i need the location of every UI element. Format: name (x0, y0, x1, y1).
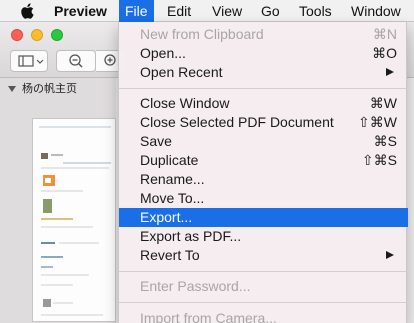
menu-item-label: Save (140, 133, 172, 149)
menu-item-label: Export as PDF... (140, 228, 242, 244)
menu-item-label: Open Recent (140, 64, 223, 80)
menu-item-label: Revert To (140, 247, 200, 263)
menu-item-new-from-clipboard: New from Clipboard ⌘N (119, 25, 408, 44)
submenu-arrow-icon (386, 68, 394, 76)
menu-item-open-recent[interactable]: Open Recent (119, 63, 408, 82)
menu-tools[interactable]: Tools (293, 0, 338, 22)
menu-preview[interactable]: Preview (48, 0, 113, 22)
menu-item-close-window[interactable]: Close Window ⌘W (119, 94, 408, 113)
zoom-window-button[interactable] (51, 29, 63, 41)
menu-item-move-to[interactable]: Move To... (119, 189, 408, 208)
menu-view[interactable]: View (206, 0, 248, 22)
menu-item-shortcut: ⇧⌘S (361, 152, 397, 168)
menu-separator (119, 271, 408, 272)
file-menu: New from Clipboard ⌘N Open... ⌘O Open Re… (118, 22, 408, 323)
sidebar-document-title[interactable]: 杨の帆主页 (22, 80, 77, 96)
apple-logo-icon[interactable] (18, 1, 38, 21)
menu-item-shortcut: ⌘S (373, 133, 397, 149)
menu-item-export-as-pdf[interactable]: Export as PDF... (119, 227, 408, 246)
menu-item-label: Open... (140, 45, 186, 61)
menu-go[interactable]: Go (255, 0, 286, 22)
menu-item-revert-to[interactable]: Revert To (119, 246, 408, 265)
zoom-out-button[interactable] (56, 50, 96, 72)
menu-item-duplicate[interactable]: Duplicate ⇧⌘S (119, 151, 408, 170)
menu-item-label: New from Clipboard (140, 26, 264, 42)
close-window-button[interactable] (11, 29, 23, 41)
sidebar-icon (18, 55, 44, 67)
menu-separator (119, 302, 408, 303)
menu-item-shortcut: ⌘N (372, 26, 397, 42)
menu-item-label: Duplicate (140, 152, 199, 168)
menu-item-enter-password: Enter Password... (119, 277, 408, 296)
menu-item-label: Export... (140, 209, 193, 225)
menu-item-import-from-camera: Import from Camera... (119, 309, 408, 323)
menu-item-shortcut: ⌘O (372, 45, 397, 61)
menu-bar: Preview File Edit View Go Tools Window (0, 0, 414, 22)
menu-item-close-selected-pdf[interactable]: Close Selected PDF Document ⇧⌘W (119, 113, 408, 132)
menu-item-label: Close Selected PDF Document (140, 114, 334, 130)
menu-item-export[interactable]: Export... (119, 208, 408, 227)
page-thumbnail[interactable] (32, 118, 116, 322)
menu-item-label: Rename... (140, 171, 205, 187)
minimize-window-button[interactable] (31, 29, 43, 41)
sidebar-toggle-button[interactable] (10, 50, 48, 72)
disclosure-triangle-icon[interactable] (8, 86, 16, 92)
menu-item-label: Enter Password... (140, 278, 251, 294)
menu-separator (119, 88, 408, 89)
menu-item-rename[interactable]: Rename... (119, 170, 408, 189)
menu-item-label: Import from Camera... (140, 310, 277, 323)
menu-item-label: Close Window (140, 95, 230, 111)
menu-edit[interactable]: Edit (161, 0, 197, 22)
menu-item-shortcut: ⇧⌘W (358, 114, 397, 130)
menu-item-open[interactable]: Open... ⌘O (119, 44, 408, 63)
page-thumbnail-content (39, 126, 111, 316)
menu-item-label: Move To... (140, 190, 205, 206)
menu-item-save[interactable]: Save ⌘S (119, 132, 408, 151)
menu-file[interactable]: File (119, 0, 154, 22)
menu-window[interactable]: Window (345, 0, 407, 22)
zoom-out-icon (69, 54, 83, 68)
submenu-arrow-icon (386, 251, 394, 259)
menu-item-shortcut: ⌘W (369, 95, 397, 111)
